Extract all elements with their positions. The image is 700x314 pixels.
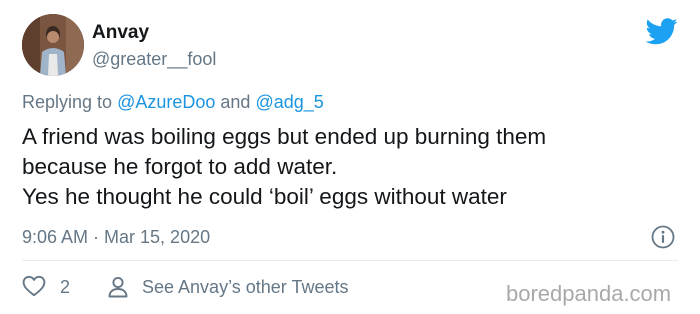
info-icon[interactable] bbox=[651, 225, 675, 249]
see-other-tweets-link[interactable]: See Anvay’s other Tweets bbox=[142, 276, 348, 298]
tweet-line: A friend was boiling eggs but ended up b… bbox=[22, 124, 547, 149]
avatar[interactable] bbox=[22, 14, 84, 76]
mention-link[interactable]: @AzureDoo bbox=[117, 92, 215, 112]
replying-to: Replying to @AzureDoo and @adg_5 bbox=[22, 90, 324, 114]
like-count[interactable]: 2 bbox=[60, 276, 70, 298]
twitter-bird-icon[interactable] bbox=[646, 18, 678, 45]
tweet-line: Yes he thought he could ‘boil’ eggs with… bbox=[22, 184, 507, 209]
divider bbox=[22, 260, 678, 261]
tweet-card: Anvay @greater__fool Replying to @AzureD… bbox=[0, 0, 700, 314]
tweet-line: because he forgot to add water. bbox=[22, 154, 338, 179]
display-name[interactable]: Anvay bbox=[92, 22, 149, 44]
tweet-timestamp[interactable]: 9:06 AM · Mar 15, 2020 bbox=[22, 226, 210, 248]
person-icon[interactable] bbox=[106, 275, 130, 299]
watermark: boredpanda.com bbox=[506, 281, 672, 306]
reply-prefix: Replying to bbox=[22, 92, 118, 112]
tweet-text: A friend was boiling eggs but ended up b… bbox=[22, 122, 692, 212]
mention-link[interactable]: @adg_5 bbox=[255, 92, 323, 112]
user-handle[interactable]: @greater__fool bbox=[92, 48, 216, 70]
heart-icon[interactable] bbox=[22, 275, 46, 297]
reply-joiner: and bbox=[215, 92, 256, 112]
